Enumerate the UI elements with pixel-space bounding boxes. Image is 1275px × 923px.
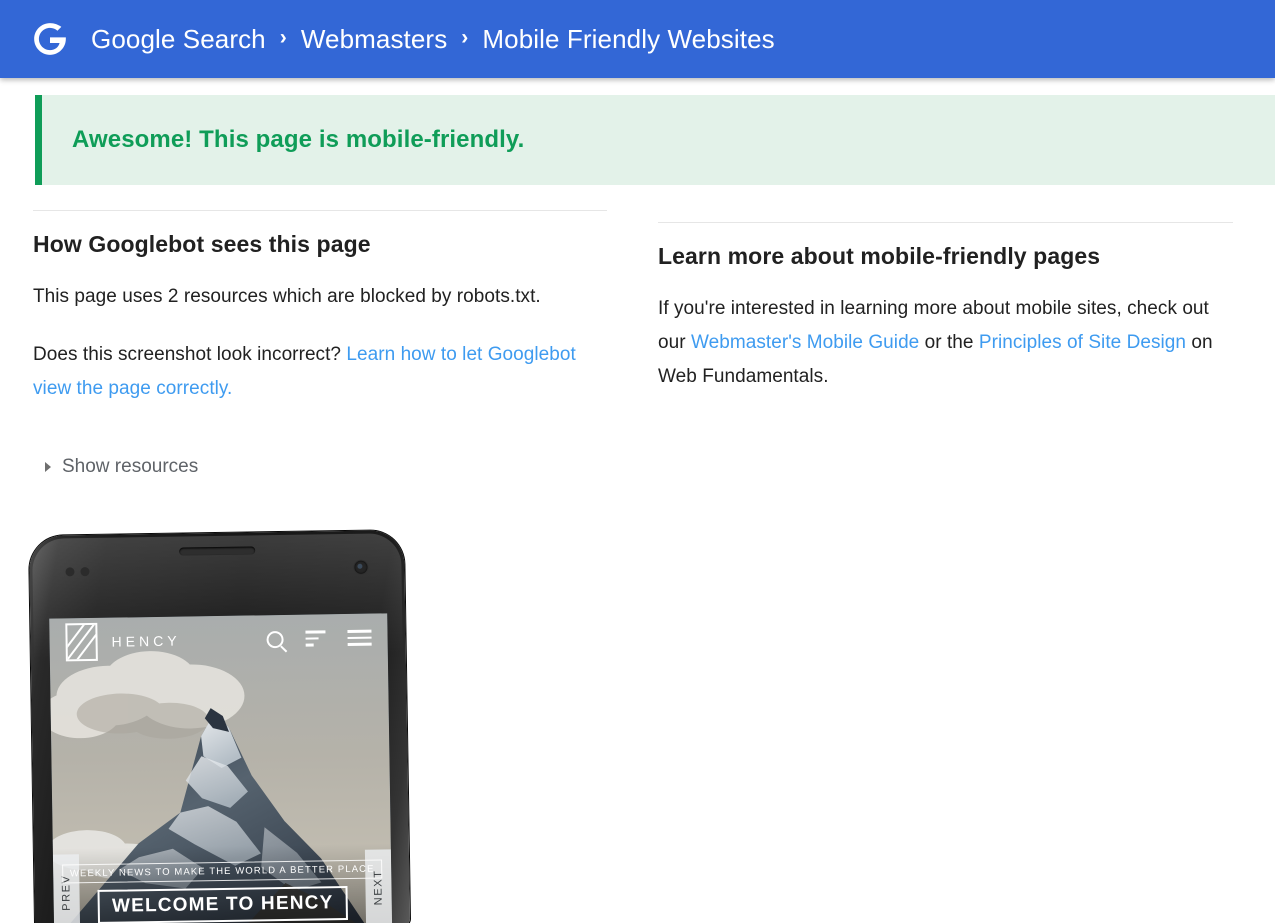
phone-screen: HENCY PREV NEXT WEEKLY NEWS TO MAKE THE … <box>49 613 393 923</box>
chevron-right-icon: › <box>461 26 469 49</box>
search-icon[interactable] <box>266 630 284 648</box>
screenshot-incorrect-text: Does this screenshot look incorrect? Lea… <box>33 338 607 406</box>
preview-hero-title: WELCOME TO HENCY <box>97 886 348 923</box>
phone-sensor <box>80 567 90 577</box>
hency-square-logo-icon <box>65 622 98 662</box>
breadcrumb-item-mobile-friendly-websites[interactable]: Mobile Friendly Websites <box>482 24 774 55</box>
googlebot-view-section: How Googlebot sees this page This page u… <box>33 210 607 478</box>
breadcrumb-item-google-search[interactable]: Google Search <box>91 24 266 55</box>
principles-of-site-design-link[interactable]: Principles of Site Design <box>979 332 1186 353</box>
phone-frame: HENCY PREV NEXT WEEKLY NEWS TO MAKE THE … <box>28 530 411 923</box>
preview-hero-subtitle: WEEKLY NEWS TO MAKE THE WORLD A BETTER P… <box>61 859 383 884</box>
blocked-resources-text: This page uses 2 resources which are blo… <box>33 286 541 307</box>
phone-front-camera <box>354 560 368 574</box>
section-divider <box>33 210 607 211</box>
left-section-title: How Googlebot sees this page <box>33 231 371 257</box>
status-banner-message: Awesome! This page is mobile-friendly. <box>72 126 525 153</box>
status-banner: Awesome! This page is mobile-friendly. <box>35 95 1275 185</box>
breadcrumb: Google Search › Webmasters › Mobile Frie… <box>91 24 775 55</box>
status-banner-accent-bar <box>35 95 42 185</box>
preview-site-header: HENCY <box>49 613 388 666</box>
phone-earpiece <box>178 546 255 556</box>
phone-sensor <box>65 567 75 577</box>
learn-more-section: Learn more about mobile-friendly pages I… <box>658 222 1233 394</box>
screenshot-incorrect-prefix: Does this screenshot look incorrect? <box>33 344 347 365</box>
learn-more-text-part-2: or the <box>919 332 979 353</box>
webmasters-mobile-guide-link[interactable]: Webmaster's Mobile Guide <box>691 332 919 353</box>
google-g-icon <box>31 20 69 58</box>
section-divider <box>658 222 1233 223</box>
hamburger-menu-icon[interactable] <box>347 629 372 646</box>
app-header: Google Search › Webmasters › Mobile Frie… <box>0 0 1275 78</box>
preview-brand-name: HENCY <box>111 632 181 650</box>
device-preview: HENCY PREV NEXT WEEKLY NEWS TO MAKE THE … <box>22 528 412 923</box>
preview-header-icons <box>266 629 372 648</box>
triangle-right-icon <box>45 462 51 472</box>
breadcrumb-item-webmasters[interactable]: Webmasters <box>301 24 447 55</box>
align-bars-icon[interactable] <box>305 630 326 647</box>
preview-hero-copy: WEEKLY NEWS TO MAKE THE WORLD A BETTER P… <box>53 858 392 923</box>
right-section-title: Learn more about mobile-friendly pages <box>658 243 1101 269</box>
show-resources-label: Show resources <box>62 456 199 477</box>
mobile-friendly-test-page: Google Search › Webmasters › Mobile Frie… <box>0 0 1275 923</box>
learn-more-text: If you're interested in learning more ab… <box>658 292 1233 394</box>
show-resources-toggle[interactable]: Show resources <box>33 456 607 478</box>
chevron-right-icon: › <box>279 26 287 49</box>
